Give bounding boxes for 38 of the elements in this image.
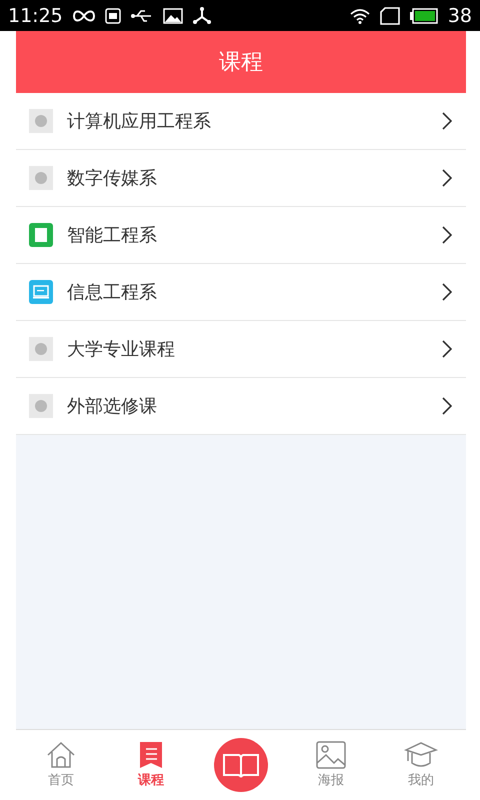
image-icon bbox=[162, 8, 183, 24]
wifi-icon bbox=[350, 8, 370, 24]
share-nodes-icon bbox=[192, 6, 211, 24]
image-icon bbox=[316, 741, 346, 769]
page-title: 课程 bbox=[219, 49, 263, 77]
list-item[interactable]: 智能工程系 bbox=[16, 207, 466, 264]
laptop-icon bbox=[29, 280, 53, 304]
clock: 11:25 bbox=[8, 4, 63, 26]
tab[interactable]: 我的 bbox=[376, 730, 466, 800]
tab[interactable]: 课程 bbox=[106, 730, 196, 800]
tab[interactable]: 海报 bbox=[286, 730, 376, 800]
battery-level: 38 bbox=[448, 4, 472, 26]
chevron-right-icon bbox=[442, 112, 452, 130]
home-icon bbox=[46, 741, 76, 769]
list-item[interactable]: 计算机应用工程系 bbox=[16, 93, 466, 150]
chevron-right-icon bbox=[442, 169, 452, 187]
list-item[interactable]: 大学专业课程 bbox=[16, 321, 466, 378]
notebook-icon bbox=[29, 223, 53, 247]
list-item[interactable]: 信息工程系 bbox=[16, 264, 466, 321]
tab[interactable]: 首页 bbox=[16, 730, 106, 800]
chevron-right-icon bbox=[442, 283, 452, 301]
sim-card-icon bbox=[380, 6, 400, 24]
usb-icon bbox=[130, 8, 153, 22]
placeholder-icon bbox=[29, 109, 53, 133]
chevron-right-icon bbox=[442, 226, 452, 244]
list-item[interactable]: 数字传媒系 bbox=[16, 150, 466, 207]
infinity-icon bbox=[72, 10, 95, 22]
battery-icon bbox=[410, 8, 438, 24]
chevron-right-icon bbox=[442, 397, 452, 415]
list-icon bbox=[139, 741, 163, 769]
placeholder-icon bbox=[29, 337, 53, 361]
list-item[interactable]: 外部选修课 bbox=[16, 378, 466, 435]
placeholder-icon bbox=[29, 394, 53, 418]
notification-icon bbox=[104, 8, 121, 24]
graduation-cap-icon bbox=[404, 741, 438, 769]
placeholder-icon bbox=[29, 166, 53, 190]
open-book-button[interactable] bbox=[214, 738, 268, 792]
chevron-right-icon bbox=[442, 340, 452, 358]
